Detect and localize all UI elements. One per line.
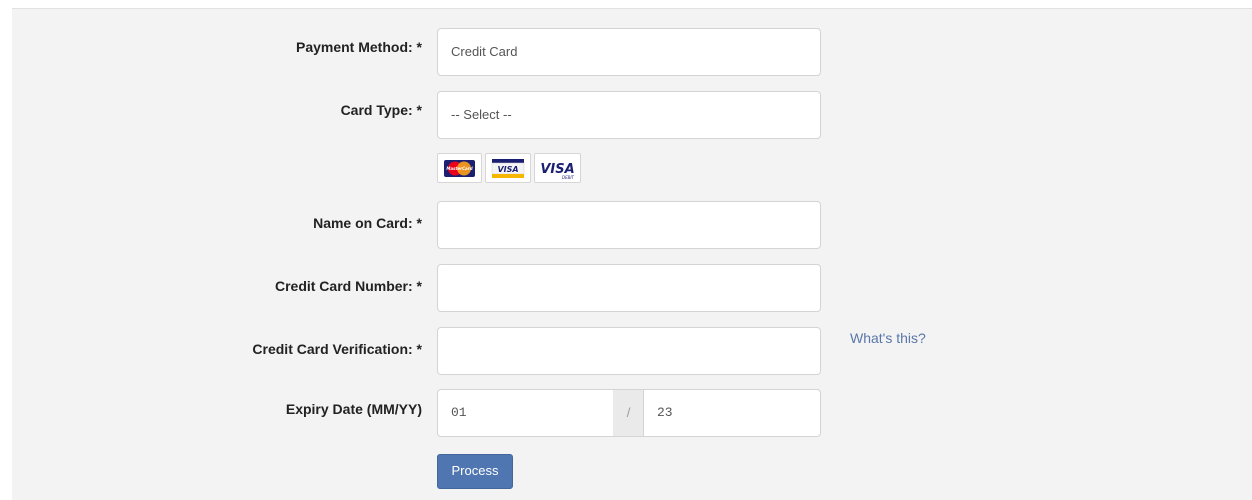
name-on-card-input[interactable] — [437, 201, 821, 249]
expiry-separator: / — [613, 389, 644, 437]
card-number-input[interactable] — [437, 264, 821, 312]
expiry-month-input[interactable]: 01 — [437, 389, 614, 437]
payment-method-field[interactable]: Credit Card — [437, 28, 821, 76]
visa-electron-text: VISA — [497, 165, 518, 174]
card-verification-label: Credit Card Verification: * — [252, 341, 422, 357]
card-type-label: Card Type: * — [340, 102, 422, 118]
expiry-group: 01 / 23 — [437, 389, 821, 437]
card-number-label: Credit Card Number: * — [274, 278, 422, 294]
payment-form-panel: Payment Method: * Credit Card Card Type:… — [12, 8, 1252, 500]
mastercard-logo-text: MasterCard — [446, 166, 472, 171]
visa-debit-text: DEBIT — [562, 175, 575, 180]
expiry-label: Expiry Date (MM/YY) — [285, 401, 422, 417]
visa-electron-icon[interactable]: VISA — [485, 153, 531, 183]
card-type-select[interactable]: -- Select -- — [437, 91, 821, 139]
mastercard-icon[interactable]: MasterCard — [437, 153, 482, 183]
process-button[interactable]: Process — [437, 454, 513, 489]
whats-this-link[interactable]: What's this? — [850, 330, 926, 346]
card-verification-input[interactable] — [437, 327, 821, 375]
expiry-year-input[interactable]: 23 — [643, 389, 821, 437]
name-on-card-label: Name on Card: * — [313, 215, 422, 231]
payment-method-label: Payment Method: * — [295, 39, 422, 55]
visa-debit-icon[interactable]: VISA DEBIT — [534, 153, 581, 183]
